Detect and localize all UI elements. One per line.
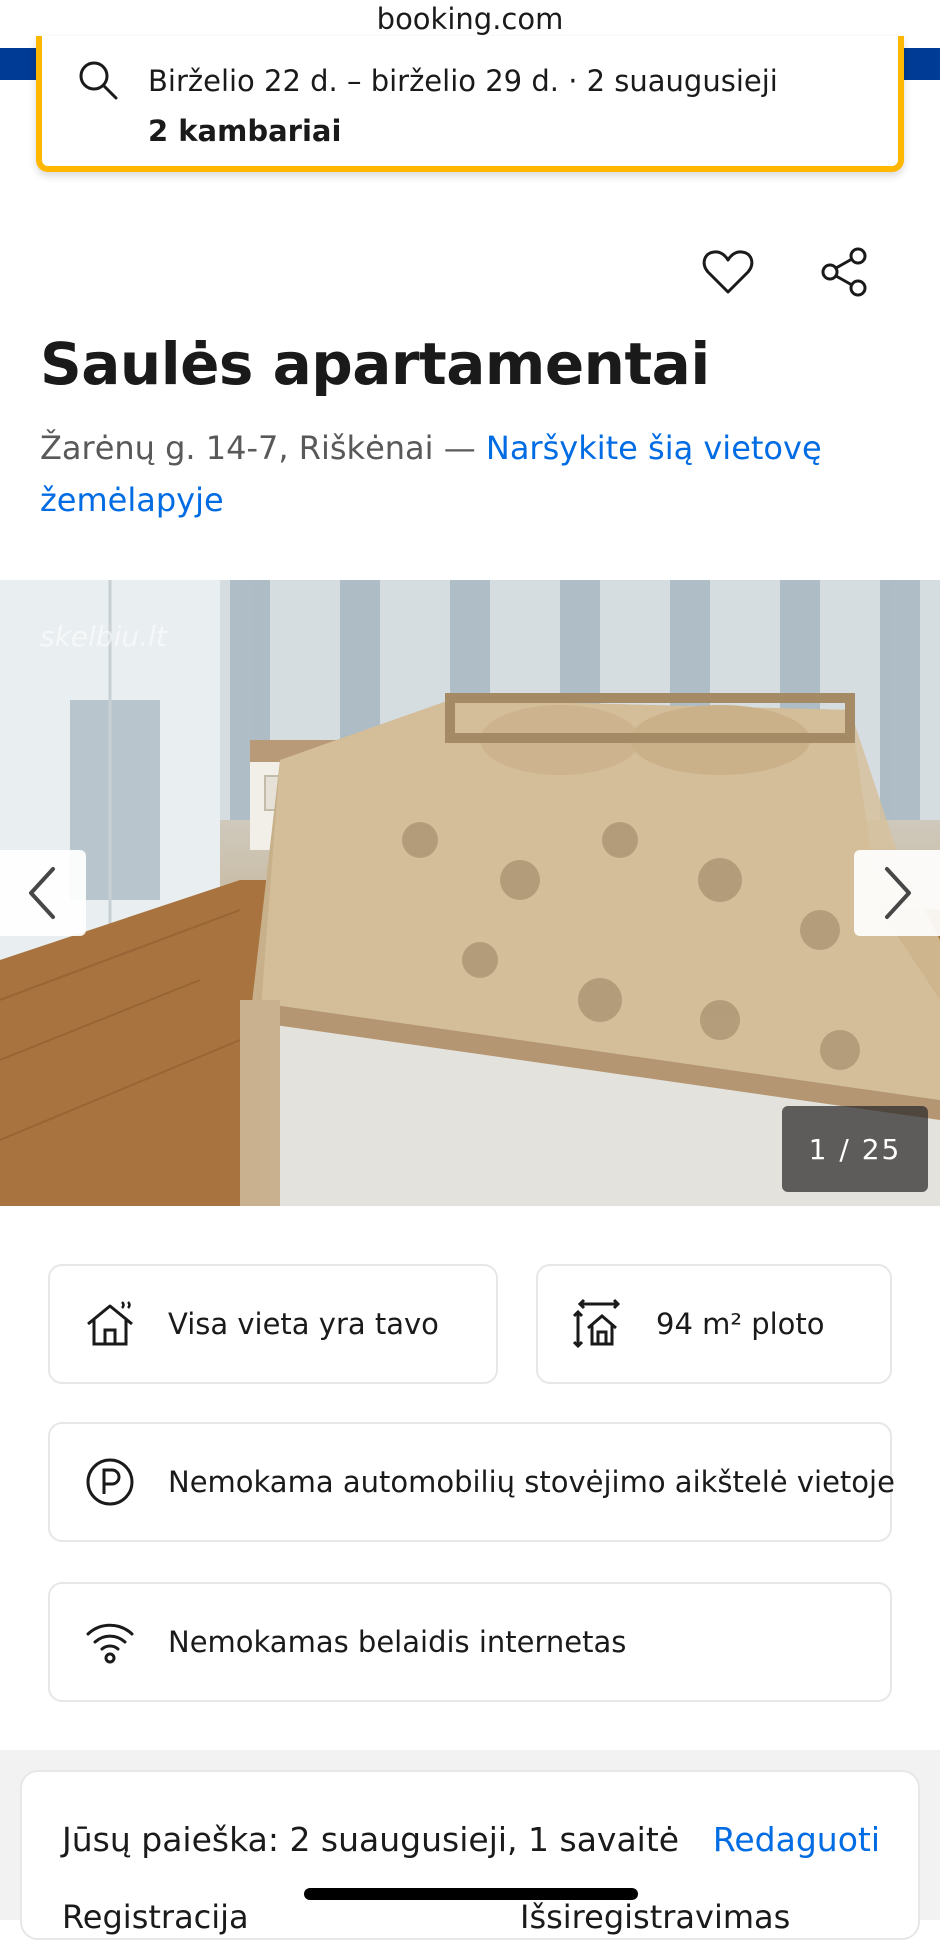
photo-gallery[interactable]: skelbiu.lt 1 / 25: [0, 580, 940, 1206]
feature-parking: Nemokama automobilių stovėjimo aikštelė …: [48, 1422, 895, 1542]
heart-icon[interactable]: [700, 244, 756, 300]
gallery-prev-button[interactable]: [0, 850, 86, 936]
parking-icon: [86, 1458, 134, 1506]
chevron-left-icon: [29, 867, 55, 919]
edit-search-link[interactable]: Redaguoti: [713, 1820, 880, 1859]
share-icon[interactable]: [816, 244, 872, 300]
url-text: booking.com: [376, 2, 564, 36]
property-title: Saulės apartamentai: [40, 330, 710, 398]
search-dates-guests: Birželio 22 d. – birželio 29 d. · 2 suau…: [148, 64, 778, 98]
home-indicator[interactable]: [304, 1888, 638, 1900]
search-icon: [79, 61, 118, 100]
checkin-label: Registracija: [62, 1898, 249, 1936]
watermark: skelbiu.lt: [40, 620, 167, 653]
wifi-icon: [86, 1623, 134, 1664]
search-summary-card: Jūsų paieška: 2 suaugusieji, 1 savaitė R…: [20, 1770, 920, 1940]
checkout-label: Išsiregistravimas: [520, 1898, 791, 1936]
chevron-right-icon: [885, 867, 911, 919]
house-icon: [87, 1301, 133, 1346]
gallery-next-button[interactable]: [854, 850, 940, 936]
search-summary-text: Jūsų paieška: 2 suaugusieji, 1 savaitė: [62, 1820, 680, 1859]
feature-label: 94 m² ploto: [656, 1307, 825, 1341]
feature-label: Nemokamas belaidis internetas: [168, 1625, 627, 1659]
property-address: Žarėnų g. 14-7, Riškėnai — Naršykite šią…: [40, 422, 900, 526]
feature-wifi: Nemokamas belaidis internetas: [48, 1582, 892, 1702]
search-rooms: 2 kambariai: [148, 114, 342, 148]
feature-label: Nemokama automobilių stovėjimo aikštelė …: [168, 1465, 895, 1499]
feature-label: Visa vieta yra tavo: [168, 1307, 439, 1341]
size-icon: [572, 1298, 621, 1349]
address-text: Žarėnų g. 14-7, Riškėnai —: [40, 429, 476, 467]
search-summary-box[interactable]: Birželio 22 d. – birželio 29 d. · 2 suau…: [36, 36, 904, 172]
feature-size: 94 m² ploto: [536, 1264, 892, 1384]
photo-counter: 1 / 25: [782, 1106, 928, 1192]
feature-entire-place: Visa vieta yra tavo: [48, 1264, 498, 1384]
